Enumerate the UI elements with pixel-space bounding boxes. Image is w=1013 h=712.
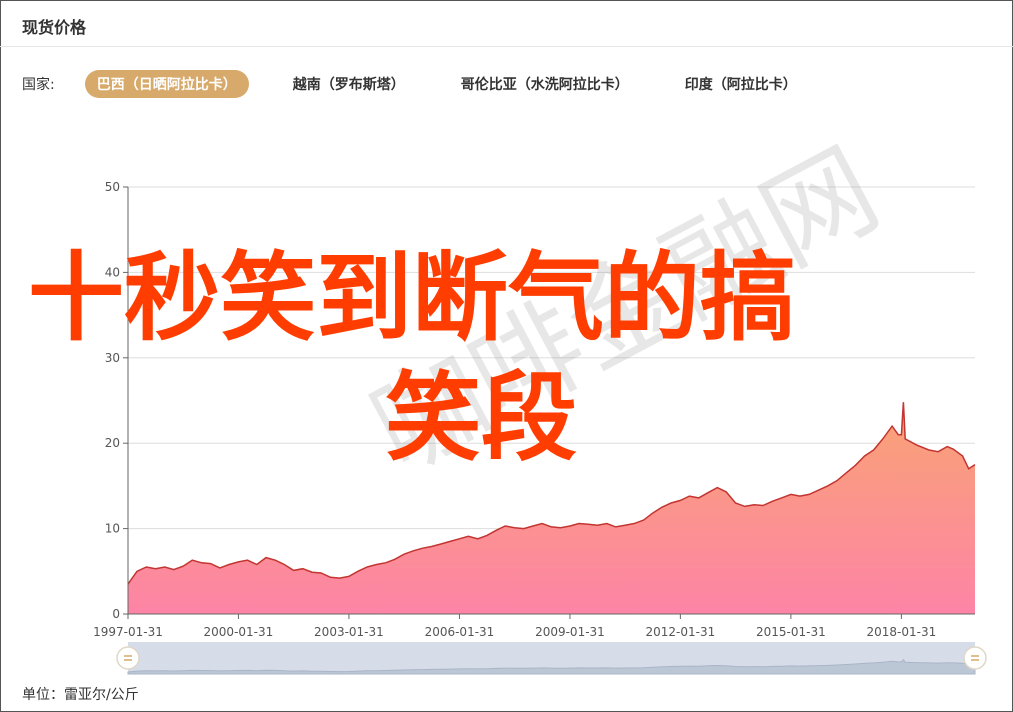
x-tick-label: 1997-01-31 <box>93 625 163 639</box>
series-area-fill <box>128 402 975 614</box>
x-tick-label: 2009-01-31 <box>535 625 605 639</box>
x-tick-label: 2006-01-31 <box>425 625 495 639</box>
data-zoom-slider[interactable] <box>116 642 987 675</box>
x-tick-label: 2003-01-31 <box>314 625 384 639</box>
series-area <box>127 402 976 614</box>
zoom-handle-right[interactable] <box>963 646 987 670</box>
price-chart: 0 10 20 30 40 50 1997-01-31 2000-01-31 2003-01-3… <box>93 180 987 675</box>
y-tick-label: 20 <box>105 436 120 450</box>
y-tick-label: 50 <box>105 180 120 194</box>
y-tick-label: 10 <box>105 522 120 536</box>
y-tick-label: 0 <box>112 607 120 621</box>
x-tick-label: 2012-01-31 <box>645 625 715 639</box>
y-tick-label: 40 <box>105 265 120 279</box>
unit-label: 单位：雷亚尔/公斤 <box>22 687 139 703</box>
x-tick-label: 2000-01-31 <box>204 625 274 639</box>
x-tick-label: 2015-01-31 <box>756 625 826 639</box>
x-tick-label: 2018-01-31 <box>867 625 937 639</box>
zoom-handle-left[interactable] <box>116 646 140 670</box>
y-tick-label: 30 <box>105 351 120 365</box>
